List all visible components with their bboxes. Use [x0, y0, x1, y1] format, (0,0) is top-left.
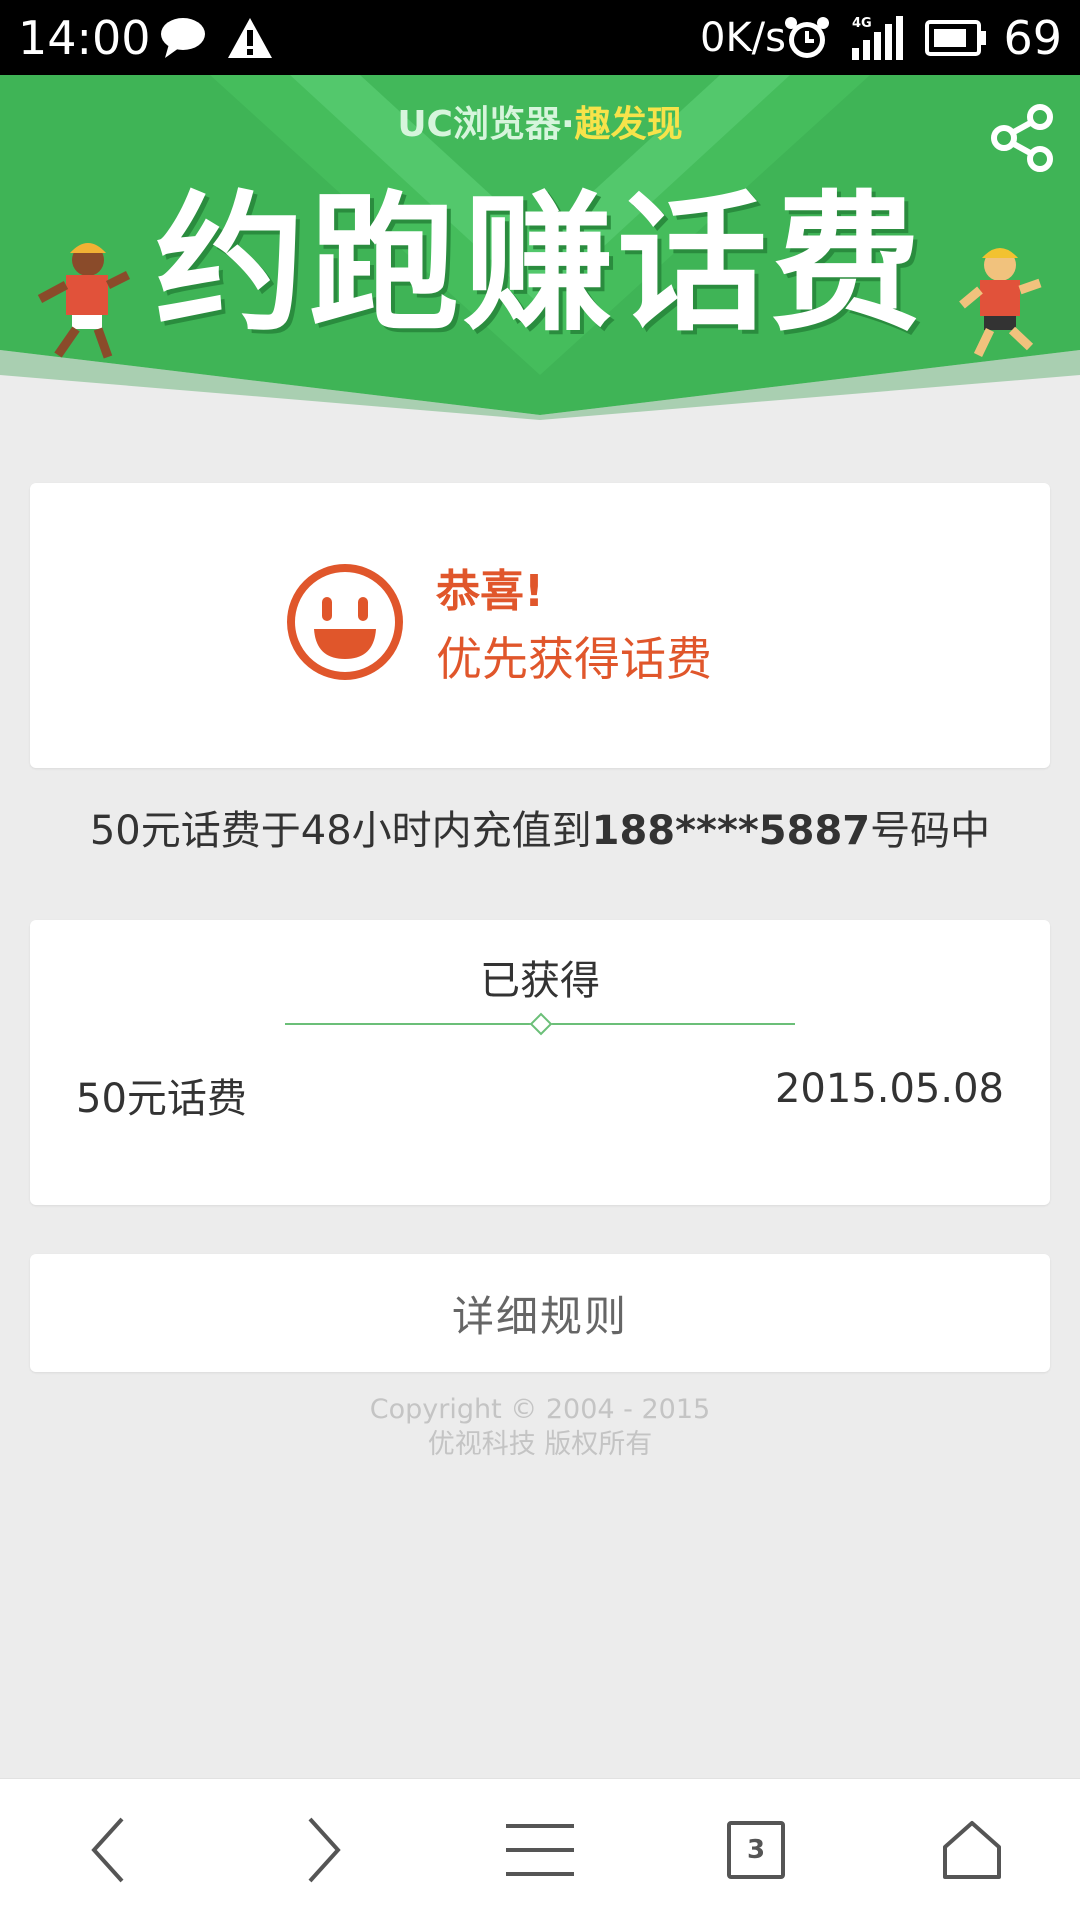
banner-brand-name: UC浏览器 [397, 104, 561, 145]
recharge-message: 50元话费于48小时内充值到188****5887号码中 [0, 798, 1080, 856]
tabs-button[interactable]: 3 [696, 1779, 816, 1920]
forward-button[interactable] [264, 1779, 384, 1920]
congrats-card: 恭喜! 优先获得话费 [30, 483, 1050, 768]
warning-icon [225, 13, 275, 63]
forward-icon [308, 1817, 341, 1883]
back-icon [91, 1817, 124, 1883]
back-button[interactable] [48, 1779, 168, 1920]
earned-date: 2015.05.08 [774, 1066, 1004, 1112]
promo-banner: UC浏览器·趣发现 约跑赚话费 [0, 75, 1080, 420]
status-time: 14:00 [18, 11, 151, 65]
earned-card: 已获得 50元话费 2015.05.08 [30, 920, 1050, 1205]
home-button[interactable] [912, 1779, 1032, 1920]
tabs-icon: 3 [727, 1821, 785, 1879]
earned-item: 50元话费 [76, 1076, 247, 1122]
recharge-phone: 188****5887 [591, 808, 871, 854]
banner-headline: 约跑赚话费 [154, 178, 925, 352]
menu-icon [506, 1824, 574, 1876]
status-bar: 14:00 0K/s 4G 69 [0, 0, 1080, 75]
browser-toolbar: 3 [0, 1778, 1080, 1920]
banner-brand-accent: 趣发现 [574, 104, 683, 145]
earned-title: 已获得 [480, 958, 600, 1004]
copyright-line1: Copyright © 2004 - 2015 [369, 1394, 711, 1425]
banner-brand: UC浏览器·趣发现 [397, 104, 683, 145]
battery-level: 69 [1003, 11, 1062, 65]
home-icon [943, 1821, 1001, 1879]
recharge-prefix: 50元话费于48小时内充值到 [89, 808, 592, 854]
alarm-icon [782, 13, 832, 63]
copyright-line2: 优视科技 版权所有 [427, 1429, 653, 1460]
diamond-icon [529, 1012, 553, 1036]
congrats-subtitle: 优先获得话费 [436, 632, 712, 686]
message-icon [158, 13, 208, 63]
share-icon[interactable] [988, 103, 1058, 173]
battery-icon [925, 13, 987, 63]
congrats-title: 恭喜! [436, 566, 545, 617]
network-speed: 0K/s [700, 15, 786, 61]
signal-icon: 4G [850, 13, 906, 63]
copyright: Copyright © 2004 - 2015 优视科技 版权所有 [0, 1392, 1080, 1462]
smiley-icon [286, 563, 404, 681]
rules-button[interactable]: 详细规则 [30, 1254, 1050, 1372]
recharge-suffix: 号码中 [870, 808, 991, 854]
svg-text:4G: 4G [852, 16, 872, 31]
menu-button[interactable] [480, 1779, 600, 1920]
